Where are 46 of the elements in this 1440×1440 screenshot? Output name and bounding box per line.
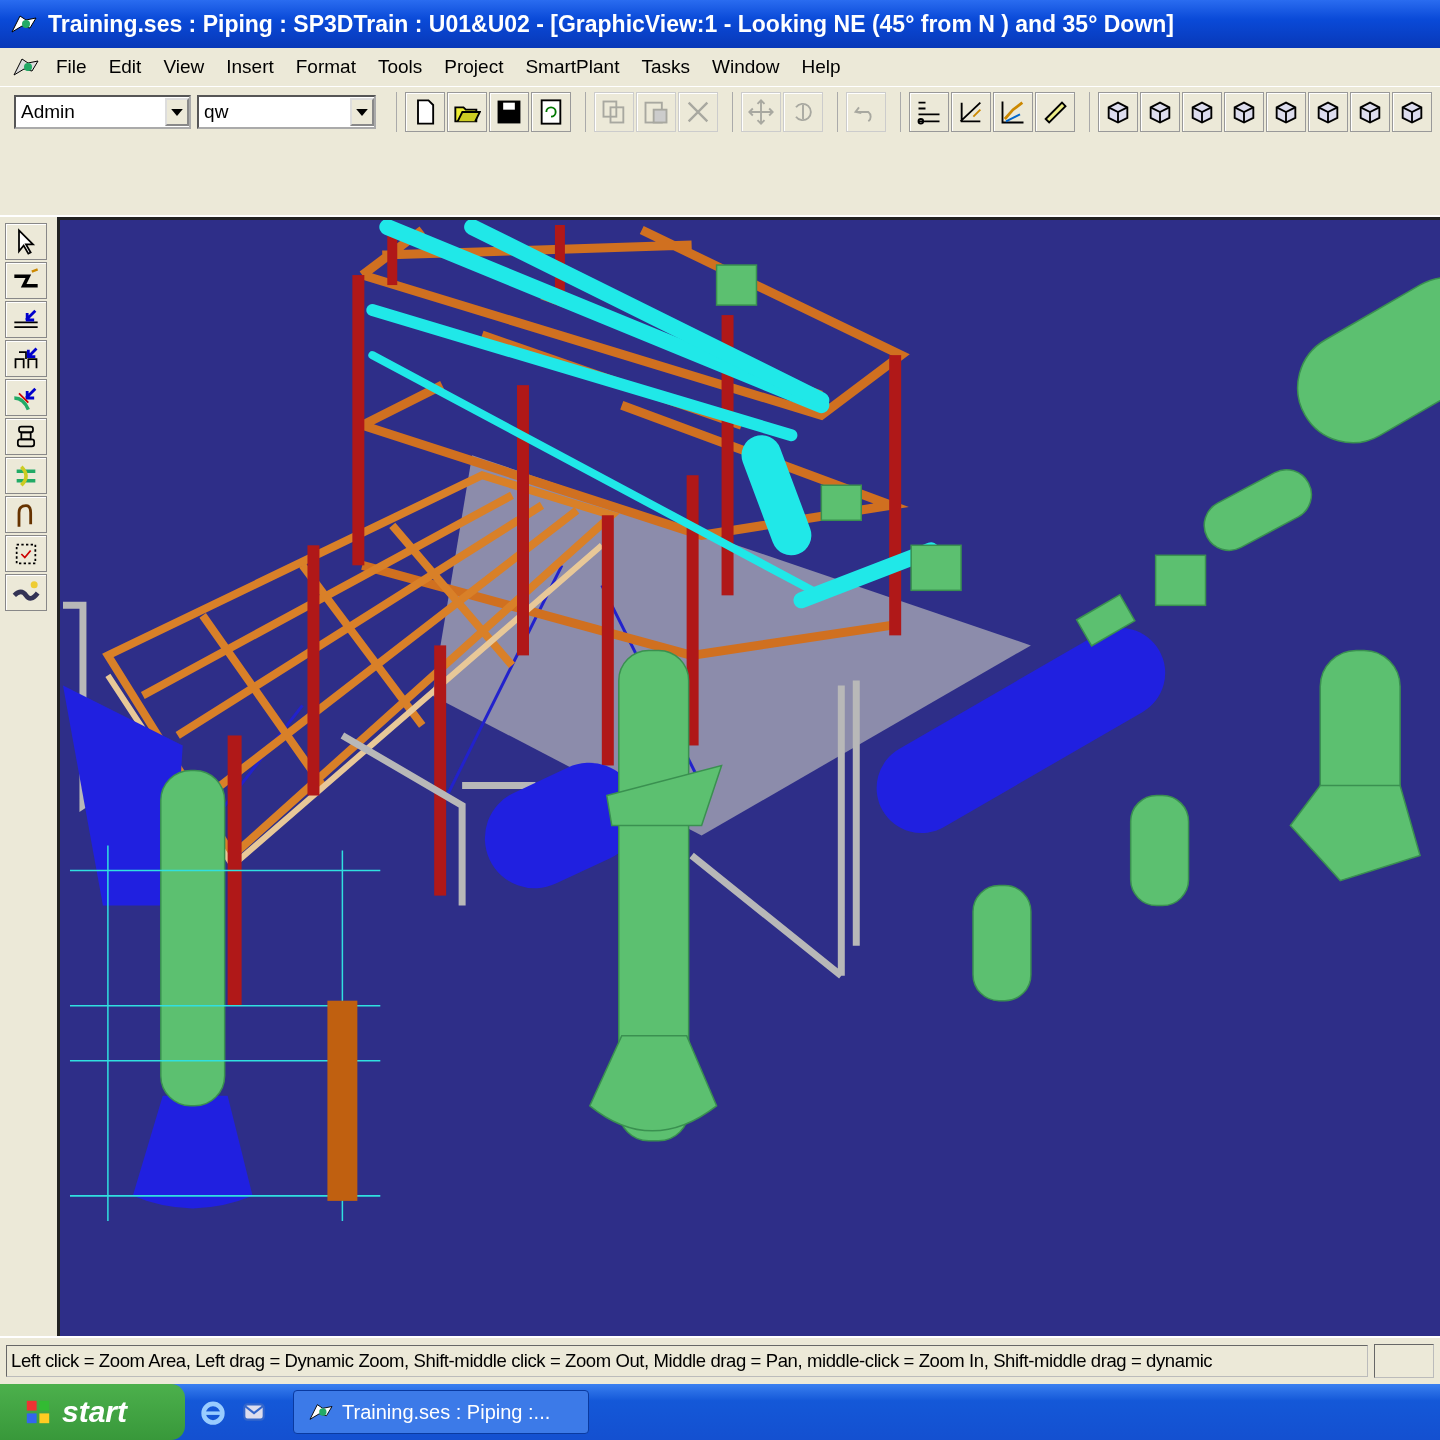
save-button[interactable] [489, 92, 529, 132]
status-pane [1374, 1344, 1434, 1378]
open-button[interactable] [447, 92, 487, 132]
menu-item[interactable]: File [46, 54, 97, 80]
insert-tool-button[interactable] [5, 301, 47, 338]
view-button[interactable] [1392, 92, 1432, 132]
user-combo[interactable]: Admin [14, 95, 192, 129]
menu-item[interactable]: View [153, 54, 215, 80]
ruler-button[interactable] [1035, 92, 1075, 132]
move-icon [747, 98, 775, 126]
check-tool-button[interactable] [5, 535, 47, 572]
sequence-tool-button[interactable] [5, 496, 47, 533]
menu-item[interactable]: Tools [367, 54, 433, 80]
route-tool-button[interactable] [5, 262, 47, 299]
new-button[interactable] [405, 92, 445, 132]
menu-item[interactable]: Edit [98, 54, 152, 80]
app-icon [308, 1401, 334, 1423]
save-icon [495, 98, 523, 126]
spool-tool-button[interactable] [5, 418, 47, 455]
view-button[interactable] [1098, 92, 1138, 132]
status-message: Left click = Zoom Area, Left drag = Dynamic Zoom, Shift-middle click = Zoom Out, Middle drag = Pan, middle-click = Zoom In, Shift-middle drag = dynamic [6, 1345, 1368, 1377]
valve-tool-button[interactable] [5, 340, 47, 377]
view-button[interactable] [1140, 92, 1180, 132]
view-button[interactable] [1266, 92, 1306, 132]
taskbar-button[interactable]: Training.ses : Piping :... [293, 1390, 589, 1434]
refresh-button[interactable] [531, 92, 571, 132]
window-title: Training.ses : Piping : SP3DTrain : U01&U02 - [GraphicView:1 - Looking NE (45° from N ) and 35° Down] [48, 10, 1174, 38]
menu-item[interactable]: Format [285, 54, 366, 80]
menu-item[interactable]: Tasks [631, 54, 700, 80]
view-button[interactable] [1182, 92, 1222, 132]
filter-combo[interactable]: qw [197, 95, 376, 129]
menu-item[interactable]: Window [702, 54, 790, 80]
measure-button[interactable] [951, 92, 991, 132]
menu-item[interactable]: SmartPlant [515, 54, 630, 80]
menu-item[interactable]: Insert [216, 54, 284, 80]
view-button[interactable] [1224, 92, 1264, 132]
menu-item[interactable]: Project [434, 54, 514, 80]
menu-item[interactable]: Help [791, 54, 851, 80]
graph-button[interactable] [993, 92, 1033, 132]
view-button[interactable] [1350, 92, 1390, 132]
branch-tool-button[interactable] [5, 379, 47, 416]
flow-tool-button[interactable] [5, 574, 47, 611]
coordinates-button[interactable] [909, 92, 949, 132]
select-tool-button[interactable] [5, 223, 47, 260]
view-button[interactable] [1308, 92, 1348, 132]
windows-logo-icon [24, 1398, 52, 1426]
